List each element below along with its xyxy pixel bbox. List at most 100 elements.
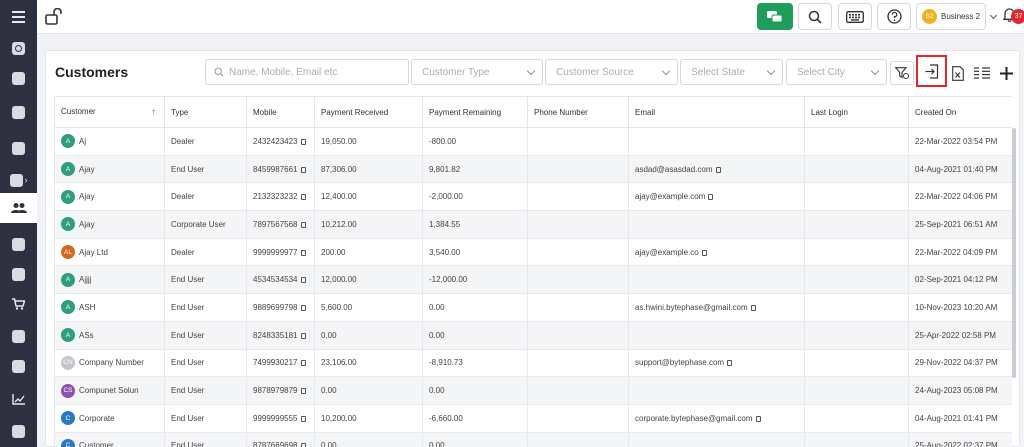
table-row[interactable]: A Ajay Corporate User 7897567568 10,212.00 1,… (54, 210, 1012, 239)
sidebar-item-reports[interactable] (0, 260, 37, 288)
table-row[interactable]: AL Ajay Ltd Dealer 9999999977 200.00 3,540.00… (54, 237, 1012, 267)
customer-source-select[interactable]: Customer Source (545, 59, 678, 85)
column-header-type[interactable]: Type (164, 96, 247, 128)
cell-created-on: 02-Sep-2021 04:12 PM (908, 265, 1012, 295)
sidebar-item-cart[interactable] (0, 290, 37, 318)
chevron-down-icon (989, 11, 997, 19)
copy-icon[interactable] (300, 138, 306, 145)
sort-up-icon[interactable]: ↑ (151, 107, 156, 118)
column-header-phone-number[interactable]: Phone Number (527, 96, 629, 128)
copy-icon[interactable] (300, 166, 306, 173)
sidebar-item-documents[interactable] (0, 98, 37, 126)
copy-icon[interactable] (300, 360, 306, 367)
business-switcher[interactable]: B2 Business 2 (916, 3, 986, 30)
customer-name[interactable]: Corporate (79, 414, 115, 423)
table-row[interactable]: A ASH End User 9889699798 5,600.00 0.00 as.hwi… (54, 293, 1012, 322)
copy-icon[interactable] (715, 166, 721, 173)
sidebar-item-wallet[interactable]: › (0, 166, 37, 194)
sidebar-item-search[interactable] (0, 134, 37, 162)
sidebar-item-customers[interactable] (0, 193, 37, 223)
copy-icon[interactable] (300, 221, 306, 228)
sidebar-item-store[interactable] (0, 230, 37, 258)
copy-icon[interactable] (300, 304, 306, 311)
table-row[interactable]: CN Company Number End User 7499930217 23,106… (54, 348, 1012, 378)
chat-button[interactable] (757, 3, 793, 30)
table-row[interactable]: C Customer End User 8787669698 0.00 0.00 25-Au… (54, 431, 1012, 447)
column-header-payment-received[interactable]: Payment Received (314, 96, 423, 128)
customer-name[interactable]: ASs (79, 331, 94, 340)
copy-icon[interactable] (300, 415, 306, 422)
table-row[interactable]: A Ajay End User 8459987661 87,306.00 9,801.82… (54, 154, 1012, 184)
copy-icon[interactable] (750, 304, 756, 311)
state-select[interactable]: Select State (680, 59, 783, 85)
customer-name[interactable]: Aj (79, 137, 86, 146)
search-button[interactable] (798, 3, 832, 30)
copy-icon[interactable] (300, 388, 306, 395)
customer-name[interactable]: Company Number (79, 358, 144, 367)
column-header-email[interactable]: Email (628, 96, 805, 128)
customer-name[interactable]: ASH (79, 303, 95, 312)
sidebar-item-dashboard[interactable] (0, 34, 37, 62)
copy-icon[interactable] (300, 332, 306, 339)
search-input[interactable]: Name, Mobile, Email etc (205, 59, 409, 85)
table-scrollbar[interactable] (1012, 128, 1016, 378)
city-select[interactable]: Select City (786, 59, 887, 85)
cell-created-on: 04-Aug-2021 01:40 PM (908, 154, 1012, 184)
sidebar-item-analytics[interactable] (0, 385, 37, 413)
cell-created-on: 25-Aug-2022 02:37 PM (908, 431, 1012, 447)
cell-type: End User (164, 431, 247, 447)
sidebar-item-tools[interactable] (0, 322, 37, 350)
customer-name[interactable]: Ajjjj (79, 275, 91, 284)
sidebar-item-settings[interactable] (0, 417, 37, 445)
cell-payment-remaining: 0.00 (422, 293, 528, 322)
cell-type: End User (164, 348, 247, 378)
help-button[interactable] (877, 3, 911, 30)
import-button[interactable] (916, 55, 947, 87)
keyboard-button[interactable] (838, 3, 872, 30)
column-settings-button[interactable] (970, 61, 994, 85)
customer-name[interactable]: Ajay (79, 220, 95, 229)
copy-icon[interactable] (300, 443, 306, 447)
business-dropdown-toggle[interactable] (986, 3, 1000, 30)
add-customer-button[interactable] (994, 61, 1018, 85)
sidebar-item-database[interactable] (0, 352, 37, 380)
cell-last-login (804, 182, 909, 212)
customer-type-select[interactable]: Customer Type (411, 59, 543, 85)
copy-icon[interactable] (708, 194, 714, 201)
column-header-mobile[interactable]: Mobile (246, 96, 315, 128)
cell-phone-number (527, 265, 629, 295)
column-header-payment-remaining[interactable]: Payment Remaining (422, 96, 528, 128)
table-row[interactable]: A Aj Dealer 2432423423 19,050.00 -800.00 22-Ma… (54, 127, 1012, 156)
excel-file-icon (952, 65, 964, 81)
unlock-icon[interactable] (45, 8, 63, 25)
menu-toggle-button[interactable] (0, 3, 37, 31)
column-header-last-login[interactable]: Last Login (804, 96, 909, 128)
notifications-button[interactable]: 37 (1003, 6, 1024, 28)
copy-icon[interactable] (300, 249, 306, 256)
copy-icon[interactable] (300, 277, 306, 284)
customer-name[interactable]: Ajay Ltd (79, 248, 108, 257)
table-row[interactable]: CS Compunet Solun End User 9878979879 0.00 0.… (54, 376, 1012, 405)
copy-icon[interactable] (300, 194, 306, 201)
cell-customer: A ASH (54, 293, 165, 322)
table-row[interactable]: A Ajjjj End User 4534534534 12,000.00 -12,000… (54, 265, 1012, 295)
copy-icon[interactable] (755, 415, 761, 422)
wallet-icon (9, 173, 23, 187)
customer-name[interactable]: Customer (79, 441, 114, 447)
column-header-customer[interactable]: Customer ↑ (54, 96, 165, 128)
sidebar-item-billing[interactable] (0, 64, 37, 92)
table-row[interactable]: A Ajay Dealer 2132323232 12,400.00 -2,000.00 a… (54, 182, 1012, 212)
top-bar: B2 Business 2 37 (37, 0, 1024, 34)
filter-clear-button[interactable] (890, 61, 914, 85)
copy-icon[interactable] (701, 249, 707, 256)
column-header-created-on[interactable]: Created On (908, 96, 1012, 128)
customer-name[interactable]: Ajay (79, 165, 95, 174)
cell-type: End User (164, 376, 247, 405)
copy-icon[interactable] (727, 360, 733, 367)
customer-name[interactable]: Compunet Solun (79, 386, 139, 395)
export-excel-button[interactable] (946, 61, 970, 85)
table-row[interactable]: C Corporate End User 9999999555 10,200.00 -6,… (54, 403, 1012, 433)
customer-name[interactable]: Ajay (79, 192, 95, 201)
cell-customer: CS Compunet Solun (54, 376, 165, 405)
table-row[interactable]: A ASs End User 8248335181 0.00 0.00 25-Apr-202… (54, 320, 1012, 350)
